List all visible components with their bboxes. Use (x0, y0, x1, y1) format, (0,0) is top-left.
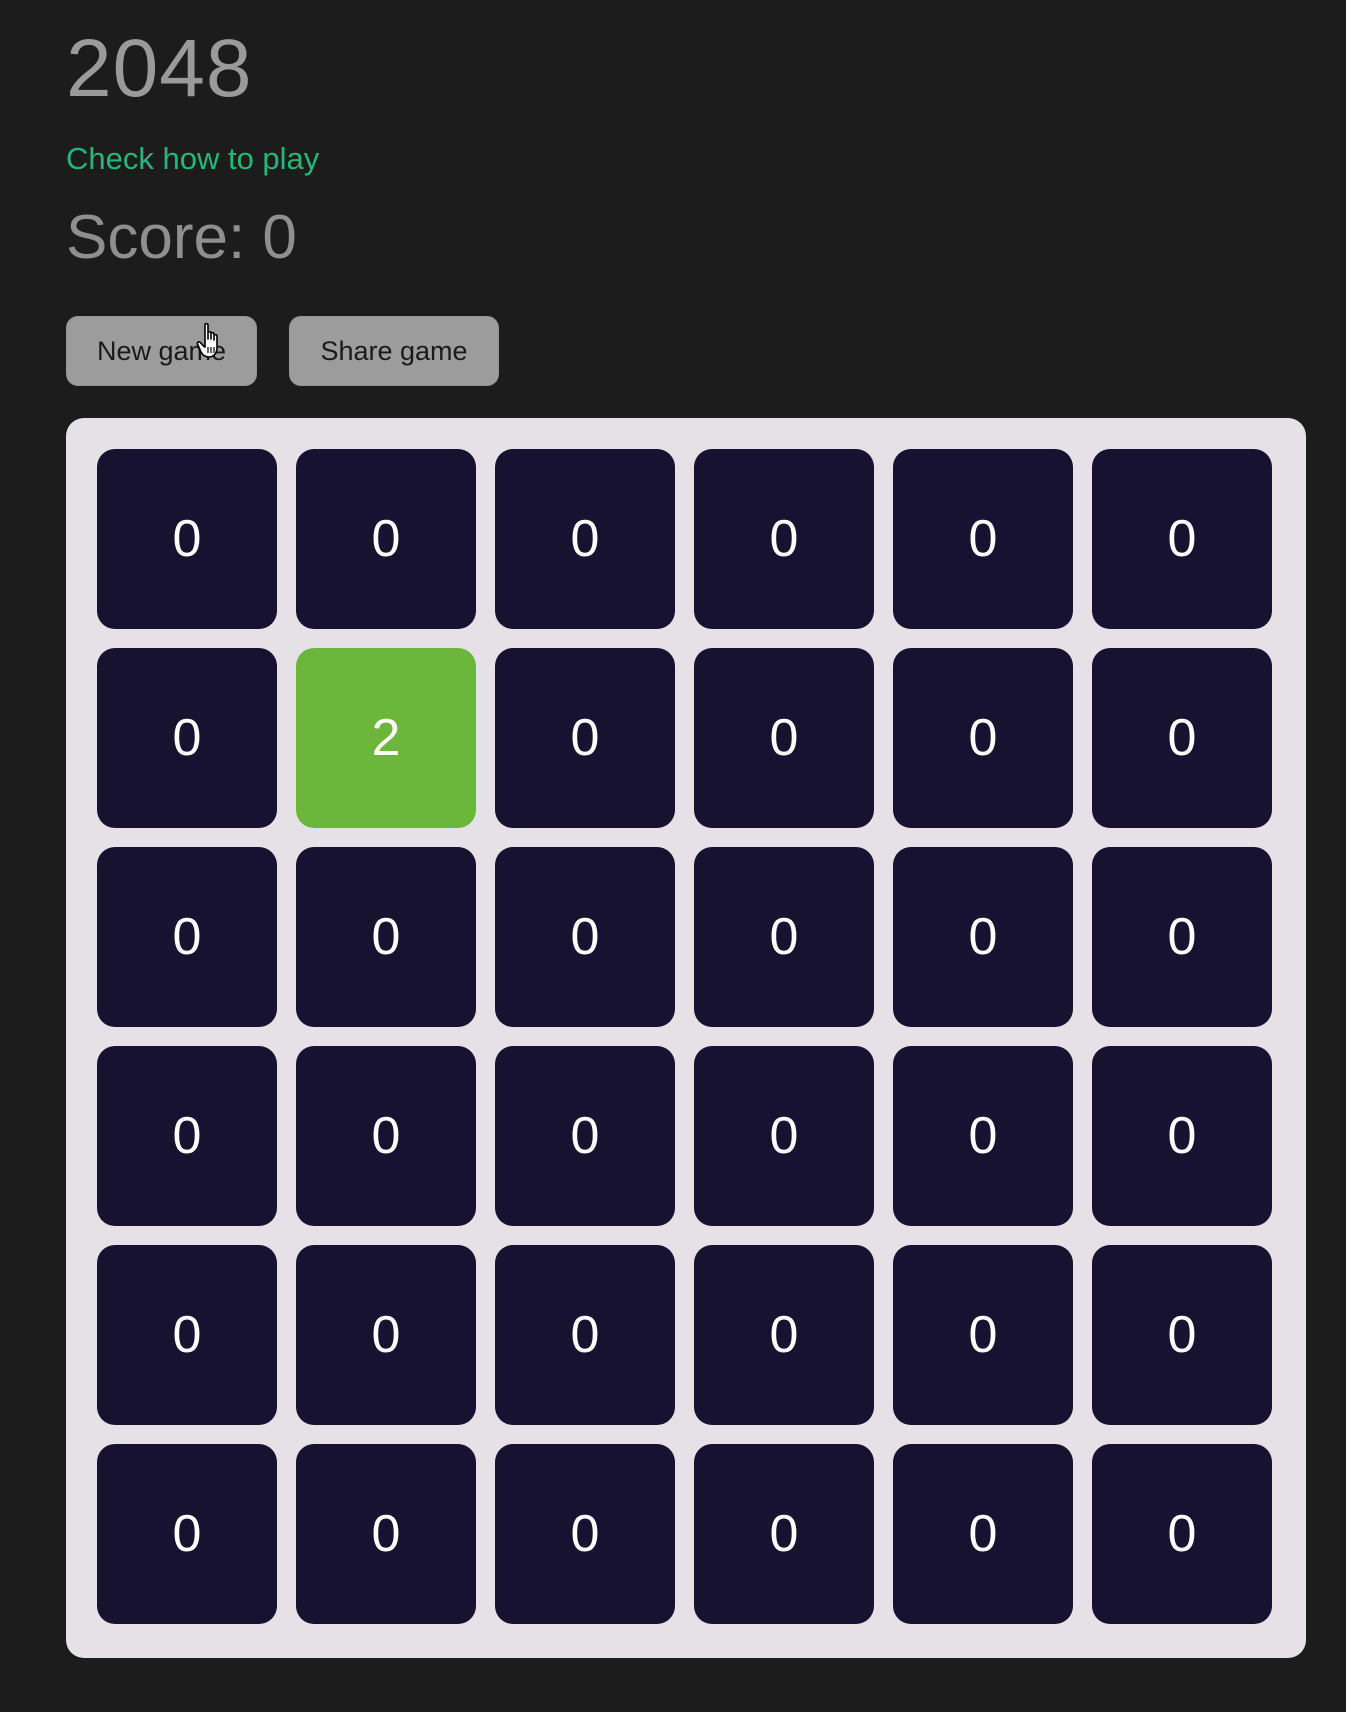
board-tile: 0 (1092, 1046, 1272, 1226)
board-tile: 0 (296, 1245, 476, 1425)
board-tile: 0 (296, 847, 476, 1027)
board-tile: 0 (1092, 847, 1272, 1027)
board-tile: 0 (495, 1245, 675, 1425)
score-display: Score: 0 (66, 203, 297, 272)
board-tile: 0 (1092, 449, 1272, 629)
board-tile: 0 (893, 1046, 1073, 1226)
how-to-play-link[interactable]: Check how to play (66, 141, 319, 177)
board-tile: 0 (97, 1444, 277, 1624)
board-tile: 0 (694, 847, 874, 1027)
board-tile: 0 (97, 1245, 277, 1425)
board-tile: 0 (495, 1444, 675, 1624)
share-game-button[interactable]: Share game (289, 316, 499, 386)
game-board[interactable]: 0 0 0 0 0 0 0 2 0 0 0 0 0 0 0 0 0 0 0 0 … (66, 418, 1306, 1658)
board-tile: 0 (694, 1046, 874, 1226)
board-tile: 0 (1092, 1245, 1272, 1425)
board-tile: 0 (893, 449, 1073, 629)
board-tile: 0 (694, 1444, 874, 1624)
page-title: 2048 (66, 23, 253, 114)
board-tile: 0 (893, 1245, 1073, 1425)
board-tile: 0 (694, 1245, 874, 1425)
board-tile: 0 (97, 847, 277, 1027)
board-tile: 0 (694, 648, 874, 828)
board-tile: 0 (893, 648, 1073, 828)
board-tile: 0 (97, 449, 277, 629)
board-tile: 0 (495, 847, 675, 1027)
board-tile: 0 (296, 1046, 476, 1226)
new-game-button[interactable]: New game (66, 316, 257, 386)
board-tile: 0 (296, 449, 476, 629)
board-tile: 0 (97, 648, 277, 828)
board-tile: 0 (694, 449, 874, 629)
board-tile: 0 (893, 1444, 1073, 1624)
board-tile: 0 (495, 1046, 675, 1226)
toolbar: New game Share game (66, 316, 499, 386)
board-tile: 0 (893, 847, 1073, 1027)
board-tile: 0 (1092, 1444, 1272, 1624)
board-tile: 0 (1092, 648, 1272, 828)
board-tile: 0 (97, 1046, 277, 1226)
board-tile: 0 (495, 648, 675, 828)
board-tile: 0 (495, 449, 675, 629)
board-tile: 2 (296, 648, 476, 828)
board-tile: 0 (296, 1444, 476, 1624)
